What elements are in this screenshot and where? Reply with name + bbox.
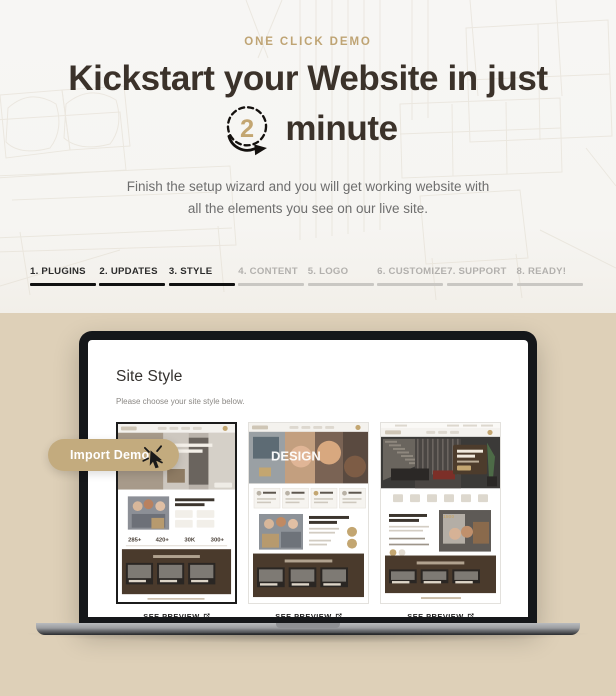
wizard-step-4[interactable]: 4. CONTENT bbox=[238, 266, 307, 286]
see-preview-label: SEE PREVIEW bbox=[407, 612, 464, 617]
wizard-step-indicator bbox=[30, 283, 96, 286]
wizard-step-indicator bbox=[516, 283, 583, 286]
laptop-mockup: Site Style Please choose your site style… bbox=[0, 313, 616, 696]
laptop-screen: Site Style Please choose your site style… bbox=[88, 340, 528, 617]
wizard-step-indicator bbox=[377, 283, 444, 286]
hero-description-line1: Finish the setup wizard and you will get… bbox=[126, 179, 490, 194]
page-title: Kickstart your Website in just bbox=[68, 59, 548, 98]
wizard-step-indicator bbox=[238, 283, 305, 286]
clock-two-minute-icon: 2 bbox=[227, 106, 268, 156]
see-preview-label: SEE PREVIEW bbox=[143, 612, 200, 617]
wizard-step-label: 4. CONTENT bbox=[238, 266, 298, 277]
wizard-step-nav: 1. PLUGINS 2. UPDATES 3. STYLE 4. CONTENT 5.… bbox=[30, 266, 586, 286]
see-preview-link[interactable]: SEE PREVIEW bbox=[380, 612, 501, 617]
svg-text:1500: 1500 bbox=[443, 514, 454, 520]
site-style-card[interactable]: DESIGN SEE PREVIEW bbox=[248, 422, 369, 617]
minute-word: minute bbox=[285, 109, 398, 148]
svg-text:30K: 30K bbox=[184, 537, 196, 543]
external-link-icon bbox=[335, 613, 342, 617]
wizard-step-2[interactable]: 2. UPDATES bbox=[99, 266, 168, 286]
site-style-thumbnail[interactable]: 1500 bbox=[380, 422, 501, 604]
wizard-step-1[interactable]: 1. PLUGINS bbox=[30, 266, 99, 286]
external-link-icon bbox=[203, 613, 210, 617]
external-link-icon bbox=[467, 613, 474, 617]
laptop-shadow bbox=[28, 633, 588, 643]
wizard-step-3[interactable]: 3. STYLE bbox=[168, 266, 238, 286]
headline-second-line: 2 minute bbox=[0, 100, 616, 158]
wizard-step-5[interactable]: 5. LOGO bbox=[307, 266, 377, 286]
wizard-step-label: 7. SUPPORT bbox=[447, 266, 507, 277]
see-preview-label: SEE PREVIEW bbox=[275, 612, 332, 617]
click-cursor-icon bbox=[142, 445, 163, 469]
svg-text:285+: 285+ bbox=[128, 537, 142, 543]
wizard-step-6[interactable]: 6. CUSTOMIZE bbox=[377, 266, 447, 286]
wizard-step-indicator bbox=[447, 283, 514, 286]
eyebrow-label: ONE CLICK DEMO bbox=[244, 36, 372, 48]
wizard-step-indicator bbox=[99, 283, 166, 286]
wizard-step-7[interactable]: 7. SUPPORT bbox=[447, 266, 516, 286]
wizard-step-label: 3. STYLE bbox=[168, 266, 213, 277]
wizard-subtitle: Please choose your site style below. bbox=[116, 397, 245, 406]
hero-description: Finish the setup wizard and you will get… bbox=[0, 176, 616, 221]
wizard-step-8[interactable]: 8. READY! bbox=[516, 266, 586, 286]
wizard-step-label: 1. PLUGINS bbox=[30, 266, 86, 277]
see-preview-link[interactable]: SEE PREVIEW bbox=[116, 612, 237, 617]
site-style-thumbnail[interactable]: DESIGN bbox=[248, 422, 369, 604]
svg-text:300+: 300+ bbox=[211, 537, 225, 543]
clock-number: 2 bbox=[240, 115, 254, 143]
laptop-base-notch bbox=[276, 623, 340, 628]
site-style-card[interactable]: 1500 SEE PREVIEW bbox=[380, 422, 501, 617]
svg-text:DESIGN: DESIGN bbox=[271, 449, 321, 464]
hero-description-line2: all the elements you see on our live sit… bbox=[187, 201, 429, 217]
wizard-step-label: 2. UPDATES bbox=[99, 266, 158, 277]
laptop-lid: Site Style Please choose your site style… bbox=[79, 331, 537, 627]
wizard-step-indicator bbox=[168, 283, 235, 286]
wizard-step-indicator bbox=[307, 283, 374, 286]
svg-text:420+: 420+ bbox=[156, 537, 170, 543]
wizard-title: Site Style bbox=[116, 368, 183, 385]
see-preview-link[interactable]: SEE PREVIEW bbox=[248, 612, 369, 617]
wizard-step-label: 6. CUSTOMIZE bbox=[377, 266, 448, 277]
wizard-step-label: 5. LOGO bbox=[307, 266, 349, 277]
wizard-step-label: 8. READY! bbox=[516, 266, 567, 277]
